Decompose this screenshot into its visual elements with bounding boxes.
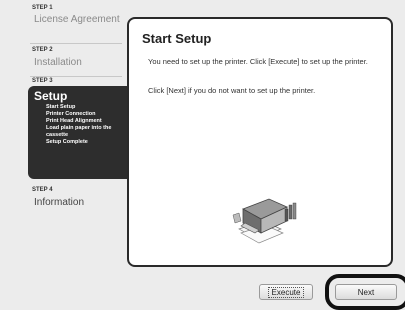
substep-item: Load plain paper into the cassette [46,125,112,138]
step2-label: STEP 2 [32,47,53,53]
step-item-installation: Installation [34,57,82,68]
substep-item: Print Head Alignment [46,118,102,124]
execute-button-label: Execute [267,286,305,298]
instruction-text: You need to set up the printer. Click [E… [148,57,368,66]
step3-label: STEP 3 [32,78,53,84]
step-item-information: Information [34,197,85,208]
next-button-highlight [325,274,405,310]
divider [30,76,122,77]
printer-icon [232,198,297,244]
content-panel: Start Setup You need to set up the print… [127,17,393,267]
execute-button[interactable]: Execute [259,284,313,300]
divider [30,43,122,44]
page-title: Start Setup [142,31,212,46]
active-step-panel: Setup Start Setup Printer Connection Pri… [28,86,132,179]
setup-substeps: Start Setup Printer Connection Print Hea… [46,104,128,146]
step4-label: STEP 4 [32,187,53,193]
instruction-text: Click [Next] if you do not want to set u… [148,86,316,95]
step1-label: STEP 1 [32,5,53,11]
substep-item: Setup Complete [46,139,88,145]
step-item-license-agreement: License Agreement [34,14,120,25]
substep-item: Start Setup [46,104,76,110]
active-step-title: Setup [34,89,68,103]
substep-item: Printer Connection [46,111,96,117]
